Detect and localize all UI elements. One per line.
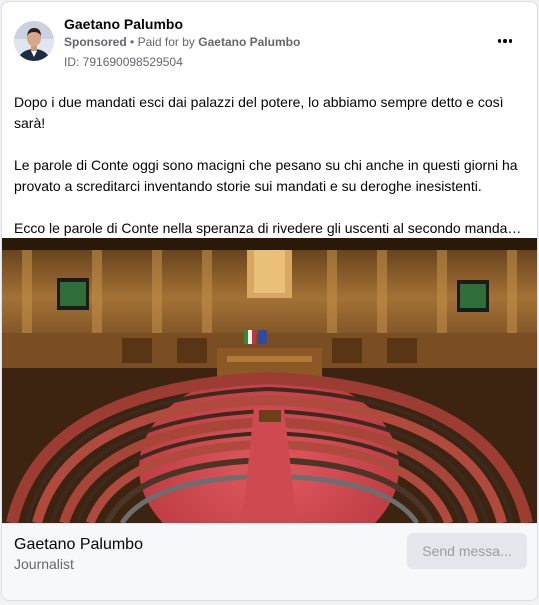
- post-footer: Gaetano Palumbo Journalist Send messa...: [2, 523, 537, 600]
- more-horizontal-icon[interactable]: [493, 32, 517, 50]
- senate-chamber-photo[interactable]: [2, 238, 537, 523]
- post-header: Gaetano Palumbo Sponsored • Paid for by …: [2, 2, 537, 76]
- more-dot: [508, 39, 513, 43]
- more-dot: [503, 39, 507, 43]
- meta-separator: •: [130, 35, 135, 49]
- send-message-button[interactable]: Send messa...: [407, 533, 527, 569]
- author-avatar[interactable]: [14, 21, 54, 61]
- sponsored-meta: Sponsored • Paid for by Gaetano Palumbo: [64, 35, 300, 49]
- ad-id: ID: 791690098529504: [64, 55, 183, 69]
- post-paragraph-1: Dopo i due mandati esci dai palazzi del …: [14, 94, 504, 131]
- sponsored-post-card: Gaetano Palumbo Sponsored • Paid for by …: [1, 1, 538, 601]
- paid-for-prefix: Paid for by: [137, 35, 195, 49]
- footer-subtitle: Journalist: [14, 556, 74, 572]
- post-paragraph-3[interactable]: Ecco le parole di Conte nella speranza d…: [14, 218, 523, 239]
- footer-author-name[interactable]: Gaetano Palumbo: [14, 536, 143, 554]
- author-name[interactable]: Gaetano Palumbo: [64, 16, 183, 32]
- post-paragraph-2: Le parole di Conte oggi sono macigni che…: [14, 157, 518, 194]
- more-dot: [497, 39, 502, 43]
- sponsored-label: Sponsored: [64, 35, 127, 49]
- post-text: Dopo i due mandati esci dai palazzi del …: [2, 76, 537, 237]
- paid-for-name[interactable]: Gaetano Palumbo: [198, 35, 300, 49]
